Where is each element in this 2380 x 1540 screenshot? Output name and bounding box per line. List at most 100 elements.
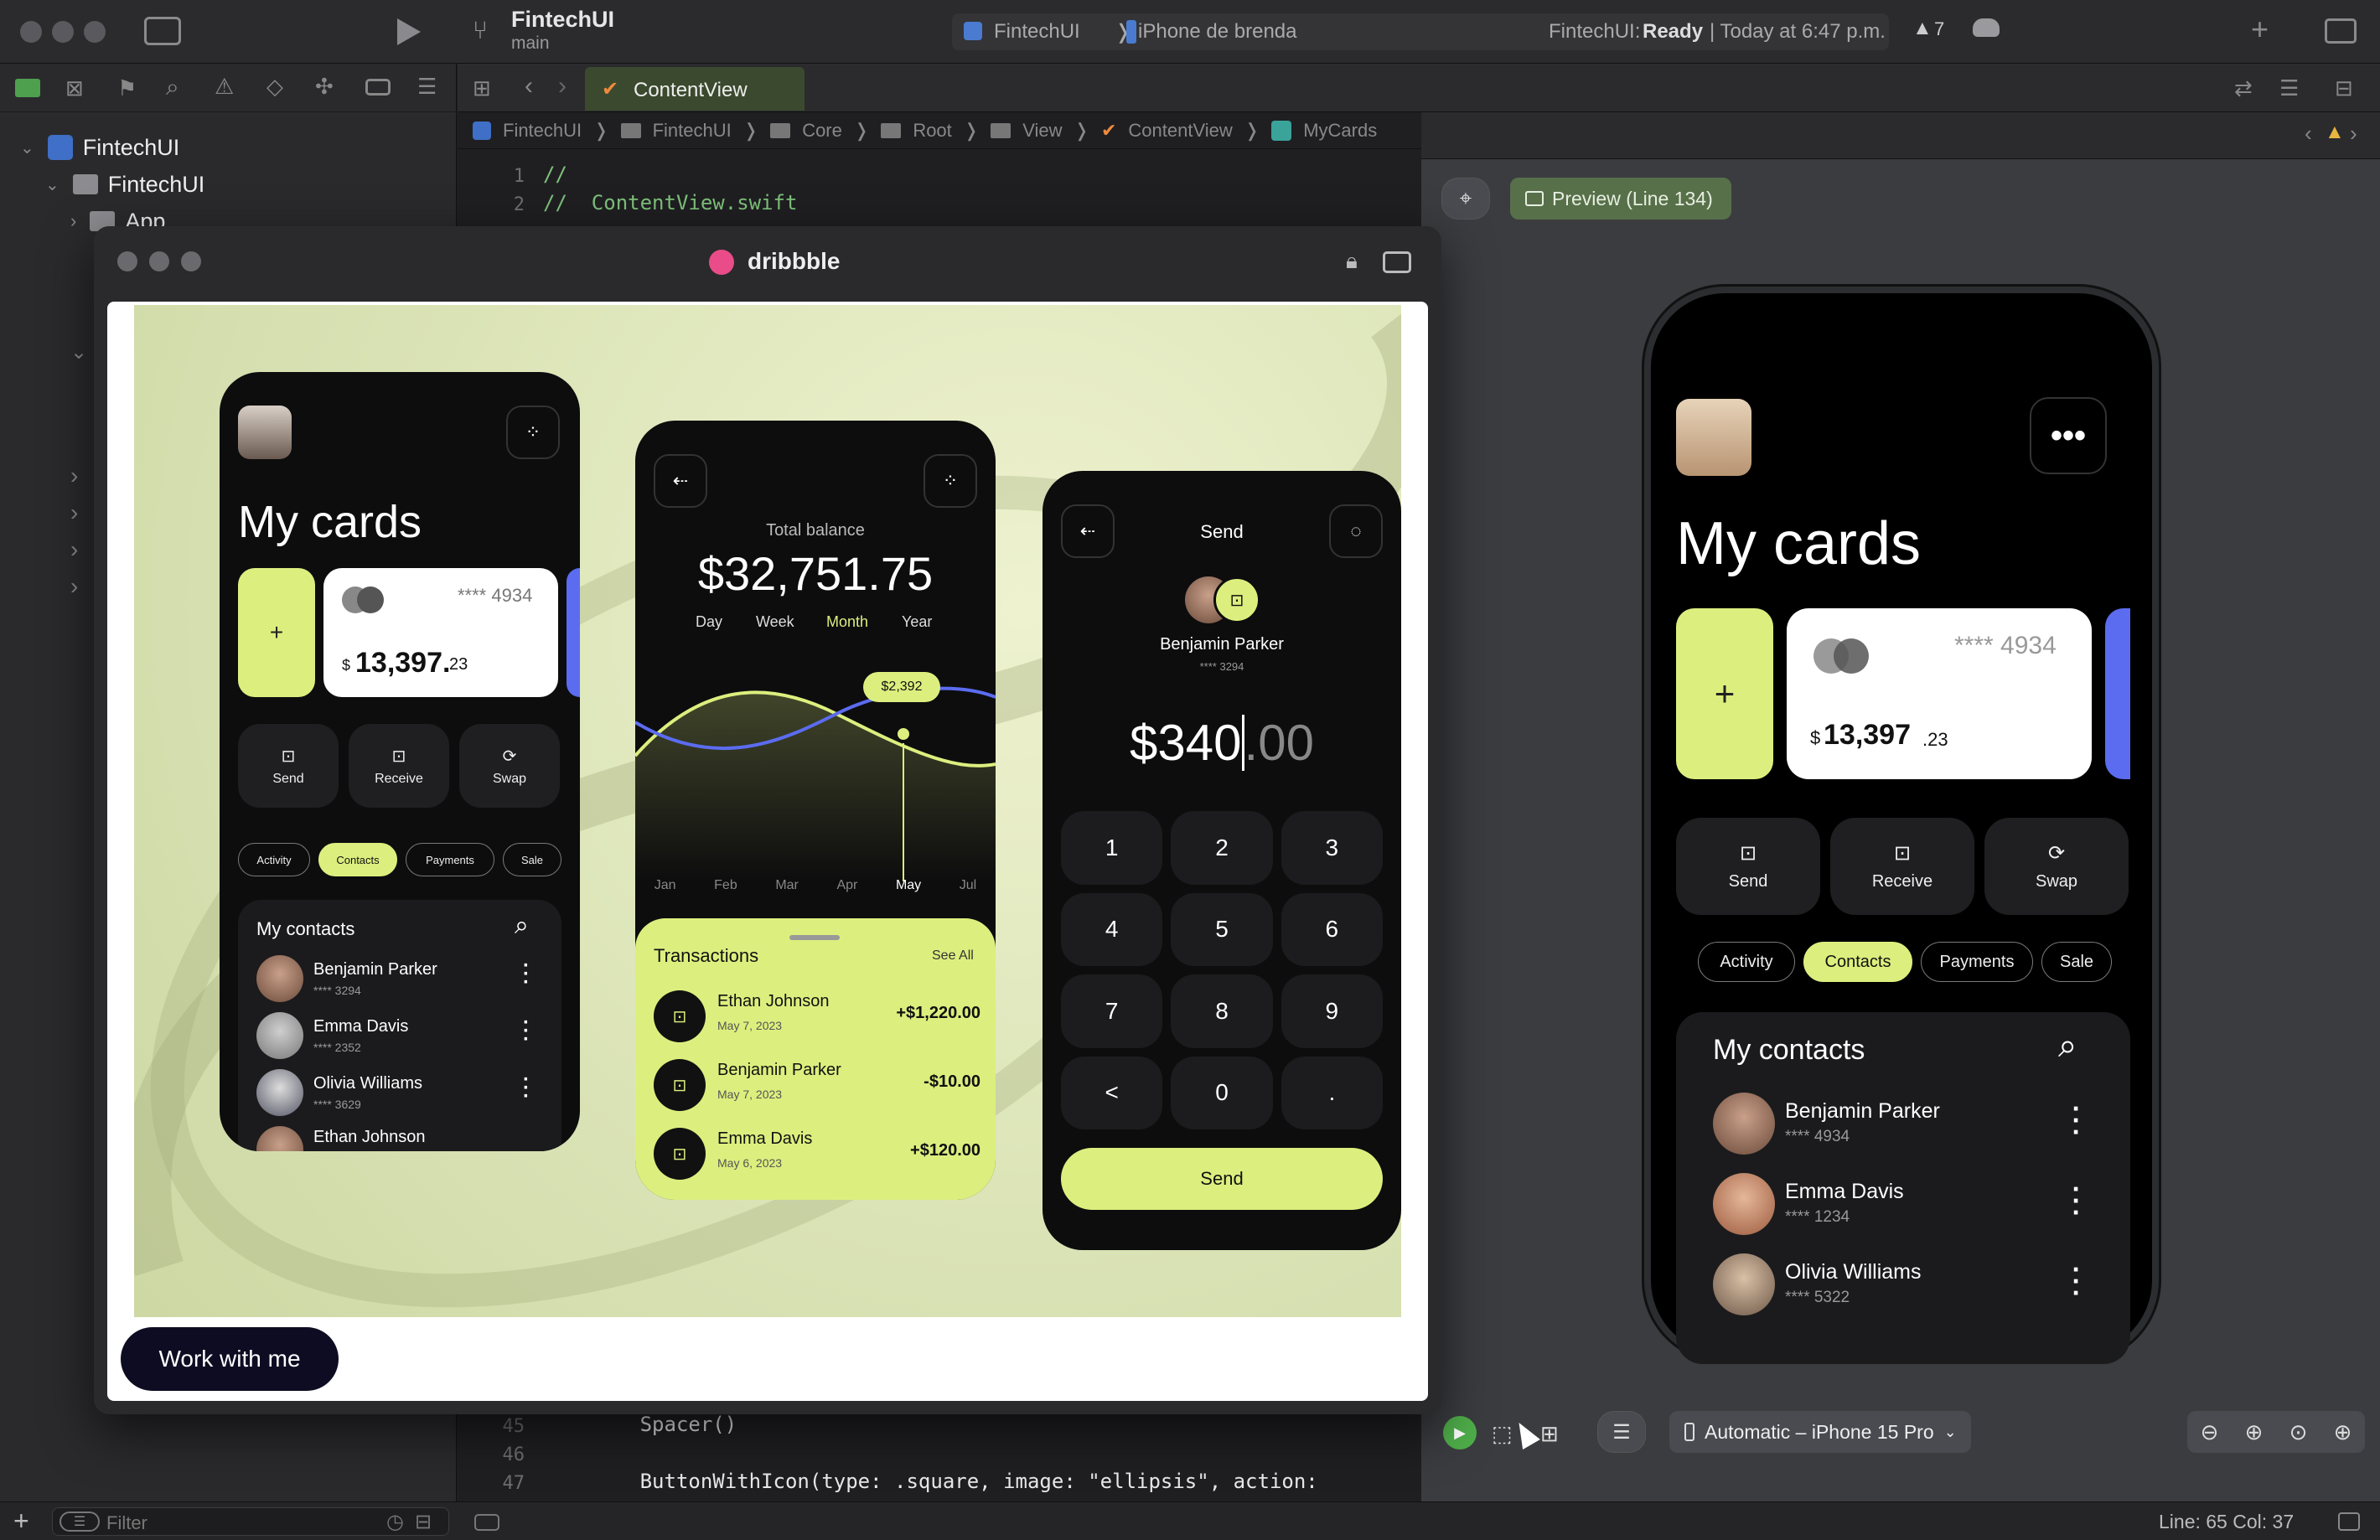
minimize-window-button[interactable] (149, 251, 169, 271)
add-file-icon[interactable]: + (13, 1506, 29, 1537)
contact-row: Ethan Johnson (256, 1126, 558, 1151)
split-editor-icon[interactable]: ⊟ (2335, 75, 2353, 101)
navigator-filter[interactable]: ☰ Filter ◷ ⊟ (52, 1507, 449, 1536)
code-text: // (543, 163, 567, 186)
work-with-me-button[interactable]: Work with me (121, 1327, 339, 1391)
chevron-down-icon[interactable]: ⌄ (70, 340, 87, 364)
add-card-button[interactable]: + (1676, 608, 1773, 779)
breadcrumb-item[interactable]: View (1022, 120, 1062, 142)
contact-row[interactable]: Benjamin Parker **** 4934 · · · (1713, 1093, 2132, 1160)
pin-icon[interactable]: ⌖ (1441, 178, 1490, 220)
chevron-right-icon[interactable]: › (70, 463, 78, 489)
contact-row[interactable]: Olivia Williams **** 5322 · · · (1713, 1253, 2132, 1320)
chevron-right-icon[interactable]: › (70, 536, 78, 563)
scheme-selector[interactable]: FintechUI (994, 20, 1080, 44)
code-text: // ContentView.swift (543, 191, 798, 214)
scm-filter-icon[interactable]: ⊟ (415, 1510, 432, 1534)
chat-icon: ◌ (1329, 504, 1383, 558)
warning-icon[interactable]: ▲ (1912, 17, 1932, 40)
warning-icon[interactable]: ▲ (2325, 121, 2345, 144)
close-window-button[interactable] (117, 251, 137, 271)
next-card-peek[interactable] (2105, 608, 2130, 779)
chevron-right-icon[interactable]: › (70, 573, 78, 600)
editor-options-icon[interactable]: ☰ (2279, 75, 2299, 101)
selectable-mode-icon[interactable]: ⬚ (1492, 1421, 1513, 1447)
sidebar-toggle-icon[interactable] (144, 17, 181, 45)
bookmark-icon[interactable]: ⚑ (117, 75, 137, 101)
action-label: Receive (375, 771, 423, 786)
contact-row[interactable]: Emma Davis **** 1234 · · · (1713, 1173, 2132, 1240)
more-vertical-icon[interactable]: · · · (2068, 1176, 2085, 1226)
chevron-left-icon[interactable]: ‹ (2305, 121, 2312, 147)
zoom-out-icon[interactable]: ⊖ (2201, 1419, 2219, 1445)
search-icon[interactable]: ⌕ (166, 74, 179, 101)
tab-payments[interactable]: Payments (1921, 942, 2033, 982)
debug-icon[interactable]: ✣ (315, 74, 334, 100)
contact-name: Benjamin Parker (313, 960, 437, 979)
search-icon[interactable]: ⌕ (2058, 1027, 2077, 1065)
preview-label-button[interactable]: Preview (Line 134) (1510, 178, 1731, 220)
nav-item-group[interactable]: ⌄ FintechUI (45, 166, 204, 203)
card[interactable]: **** 4934 $ 13,397 .23 (1787, 608, 2092, 779)
zoom-window-button[interactable] (181, 251, 201, 271)
breadcrumb-item[interactable]: ContentView (1128, 120, 1232, 142)
contact-number: **** 3629 (313, 1098, 361, 1111)
test-icon[interactable]: ◇ (266, 74, 283, 100)
zoom-100-icon[interactable]: ⊕ (2334, 1419, 2352, 1445)
folder-icon (72, 174, 98, 194)
nav-item-project[interactable]: ⌄ FintechUI (20, 129, 179, 166)
zoom-fit-icon[interactable]: ⊙ (2289, 1419, 2308, 1445)
send-button[interactable]: ⊡ Send (1676, 818, 1820, 915)
add-icon[interactable]: + (2251, 12, 2269, 47)
report-icon[interactable]: ☰ (417, 74, 437, 100)
minimize-window-button[interactable] (52, 21, 74, 43)
more-button[interactable]: ••• (2030, 397, 2107, 474)
inspector-area-icon[interactable] (2338, 1512, 2360, 1531)
variants-icon[interactable]: ⊞ (1540, 1421, 1559, 1447)
more-vertical-icon[interactable]: · · · (2068, 1095, 2085, 1145)
tab-sale[interactable]: Sale (2041, 942, 2112, 982)
preview-device-selector[interactable]: Automatic – iPhone 15 Pro ⌄ (1669, 1411, 1971, 1453)
folder-icon (770, 122, 791, 138)
zoom-in-icon[interactable]: ⊕ (2245, 1419, 2264, 1445)
line-number: 46 (502, 1444, 525, 1465)
breadcrumb-item[interactable]: Core (802, 120, 842, 142)
refresh-icon[interactable]: ⇄ (2234, 75, 2253, 101)
inspector-toggle-icon[interactable] (2325, 18, 2357, 44)
issue-icon[interactable]: ⚠ (215, 74, 234, 100)
device-settings-icon[interactable]: ☰ (1597, 1411, 1646, 1453)
line-number: 47 (502, 1473, 525, 1494)
grid-icon[interactable]: ⊞ (473, 75, 491, 101)
close-window-button[interactable] (20, 21, 42, 43)
tab-contacts[interactable]: Contacts (1803, 942, 1912, 982)
tab-contentview[interactable]: ✔ ContentView (585, 67, 805, 111)
live-preview-icon[interactable]: ▶ (1443, 1416, 1477, 1450)
breadcrumb-item[interactable]: MyCards (1303, 120, 1377, 142)
chevron-right-icon[interactable]: › (2350, 121, 2357, 147)
chevron-right-icon[interactable]: › (70, 499, 78, 526)
breadcrumb-item[interactable]: FintechUI (653, 120, 732, 142)
month-label: Jan (654, 878, 676, 892)
run-destination[interactable]: iPhone de brenda (1138, 20, 1297, 44)
breakpoint-icon[interactable] (365, 79, 391, 96)
breadcrumb-item[interactable]: FintechUI (503, 120, 582, 142)
profile-avatar[interactable] (1676, 399, 1751, 476)
forward-icon[interactable]: › (558, 72, 567, 101)
more-vertical-icon[interactable]: · · · (2068, 1256, 2085, 1306)
zoom-window-button[interactable] (84, 21, 106, 43)
breadcrumb-item[interactable]: Root (913, 120, 951, 142)
run-button[interactable] (397, 18, 421, 45)
debug-area-toggle-icon[interactable] (474, 1514, 499, 1531)
tabs-icon[interactable] (1383, 251, 1411, 273)
folder-icon[interactable] (15, 79, 40, 97)
period-year: Year (902, 613, 933, 630)
cloud-icon[interactable] (1973, 18, 2000, 37)
total-balance: $32,751.75 (697, 547, 934, 600)
back-icon[interactable]: ‹ (525, 72, 533, 101)
keypad-key: 1 (1061, 811, 1163, 885)
swap-button[interactable]: ⟳ Swap (1984, 818, 2129, 915)
receive-button[interactable]: ⊡ Receive (1830, 818, 1974, 915)
source-control-icon[interactable]: ⊠ (65, 75, 84, 101)
tab-activity[interactable]: Activity (1698, 942, 1795, 982)
recent-icon[interactable]: ◷ (386, 1510, 404, 1534)
